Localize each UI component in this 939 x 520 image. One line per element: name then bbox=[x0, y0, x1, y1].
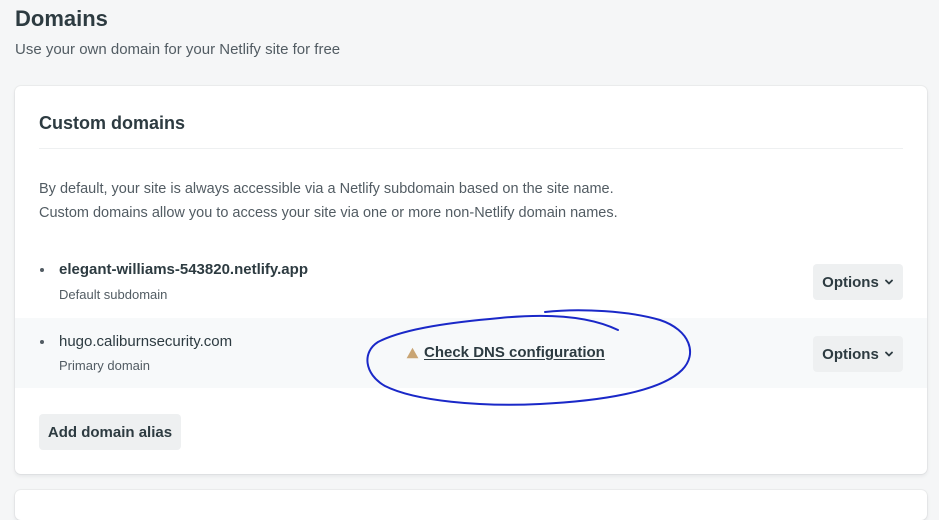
dns-link-label: Check DNS configuration bbox=[424, 344, 605, 361]
check-dns-configuration-link[interactable]: Check DNS configuration bbox=[406, 344, 605, 361]
options-button-label: Options bbox=[822, 345, 879, 363]
options-button-primary-domain[interactable]: Options bbox=[813, 336, 903, 372]
domain-row-default-subdomain: elegant-williams-543820.netlify.app Defa… bbox=[15, 249, 927, 319]
domain-row-primary-domain: hugo.caliburnsecurity.com Primary domain… bbox=[15, 318, 927, 388]
domain-name: hugo.caliburnsecurity.com bbox=[59, 333, 233, 350]
bullet-icon bbox=[40, 340, 44, 344]
card-description: By default, your site is always accessib… bbox=[39, 177, 618, 225]
chevron-down-icon bbox=[884, 279, 893, 285]
chevron-down-icon bbox=[884, 351, 893, 357]
card-divider bbox=[39, 148, 903, 149]
bullet-icon bbox=[40, 268, 44, 272]
add-domain-alias-button[interactable]: Add domain alias bbox=[39, 414, 181, 450]
page-title: Domains bbox=[15, 6, 108, 31]
domain-name: elegant-williams-543820.netlify.app bbox=[59, 261, 308, 278]
options-button-label: Options bbox=[822, 273, 879, 291]
custom-domains-card: Custom domains By default, your site is … bbox=[15, 86, 927, 474]
card-title: Custom domains bbox=[39, 113, 186, 133]
options-button-default-subdomain[interactable]: Options bbox=[813, 264, 903, 300]
description-line-1: By default, your site is always accessib… bbox=[39, 181, 614, 197]
domain-role: Primary domain bbox=[59, 358, 151, 373]
page-subtitle: Use your own domain for your Netlify sit… bbox=[15, 41, 341, 58]
warning-icon bbox=[406, 347, 419, 358]
description-line-2: Custom domains allow you to access your … bbox=[39, 205, 618, 221]
next-card bbox=[15, 490, 927, 520]
domain-role: Default subdomain bbox=[59, 287, 168, 302]
